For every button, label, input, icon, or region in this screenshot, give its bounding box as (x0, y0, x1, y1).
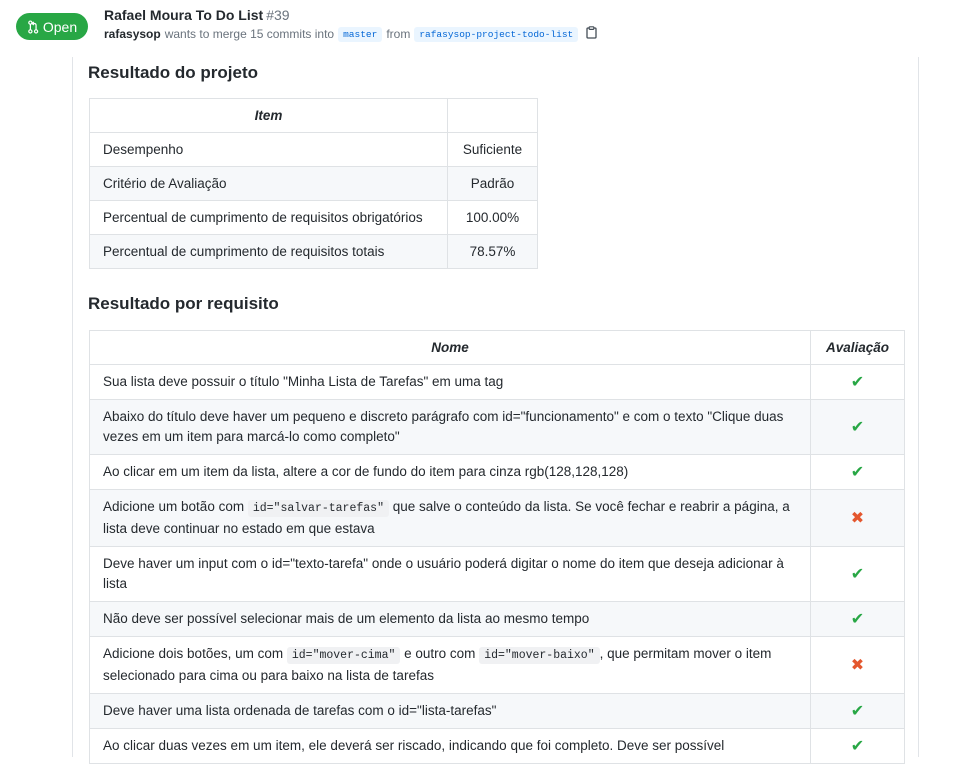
table-row: Ao clicar em um item da lista, altere a … (89, 454, 905, 490)
requirement-name: Sua lista deve possuir o título "Minha L… (89, 364, 811, 400)
clipboard-icon[interactable] (586, 26, 597, 42)
check-icon: ✔ (810, 693, 905, 729)
table-row: Desempenho Suficiente (89, 132, 538, 167)
table-row: Sua lista deve possuir o título "Minha L… (89, 364, 905, 400)
pr-merge-text: wants to merge 15 commits into (164, 27, 335, 41)
check-icon: ✔ (810, 399, 905, 455)
table-row: Critério de Avaliação Padrão (89, 166, 538, 201)
pr-header: Open Rafael Moura To Do List #39 rafasyso… (0, 0, 961, 52)
requirement-text: Ao clicar duas vezes em um item, ele dev… (103, 738, 725, 753)
base-branch[interactable]: master (338, 26, 383, 42)
pr-title-text: Rafael Moura To Do List (104, 7, 264, 23)
requirement-code: id="salvar-tarefas" (247, 500, 389, 517)
pr-meta: rafasysop wants to merge 15 commits into… (104, 26, 597, 42)
requirement-name: Ao clicar em um item da lista, altere a … (89, 454, 811, 490)
requirement-name: Deve haver um input com o id="texto-tare… (89, 546, 811, 602)
check-icon: ✔ (810, 364, 905, 400)
table-row: Abaixo do título deve haver um pequeno e… (89, 399, 905, 455)
result-value: 100.00% (447, 200, 538, 235)
requirement-text: Sua lista deve possuir o título "Minha L… (103, 374, 504, 389)
requirement-code: id="mover-baixo" (479, 647, 600, 664)
check-icon: ✔ (810, 728, 905, 764)
col-header-value (447, 98, 538, 133)
result-item: Desempenho (89, 132, 448, 167)
requirement-text: Deve haver um input com o id="texto-tare… (103, 556, 784, 591)
table-row: Percentual de cumprimento de requisitos … (89, 234, 538, 269)
project-result-table: Item Desempenho Suficiente Critério de Ava… (89, 98, 538, 269)
col-header-name: Nome (89, 330, 811, 365)
git-pull-request-icon (27, 19, 39, 34)
pr-state-badge: Open (16, 13, 88, 40)
result-item: Percentual de cumprimento de requisitos … (89, 200, 448, 235)
x-icon: ✖ (810, 636, 905, 694)
requirement-text: Adicione um botão com (103, 499, 248, 514)
requirement-text: Deve haver uma lista ordenada de tarefas… (103, 703, 497, 718)
comment-body: Resultado do projeto Item Desempenho Sufi… (72, 57, 919, 764)
table-row: Deve haver um input com o id="texto-tare… (89, 546, 905, 602)
result-item: Percentual de cumprimento de requisitos … (89, 234, 448, 269)
requirement-name: Adicione um botão com id="salvar-tarefas… (89, 489, 811, 547)
result-item: Critério de Avaliação (89, 166, 448, 201)
pr-state-label: Open (42, 18, 78, 35)
requirement-name: Ao clicar duas vezes em um item, ele dev… (89, 728, 811, 764)
col-header-item: Item (89, 98, 448, 133)
requirement-text: e outro com (400, 646, 480, 661)
table-row: Não deve ser possível selecionar mais de… (89, 601, 905, 637)
pr-number: #39 (266, 7, 290, 23)
requirement-name: Deve haver uma lista ordenada de tarefas… (89, 693, 811, 729)
result-value: 78.57% (447, 234, 538, 269)
table-row: Adicione um botão com id="salvar-tarefas… (89, 489, 905, 547)
x-icon: ✖ (810, 489, 905, 547)
table-row: Percentual de cumprimento de requisitos … (89, 200, 538, 235)
requirement-text: Ao clicar em um item da lista, altere a … (103, 464, 629, 479)
check-icon: ✔ (810, 601, 905, 637)
requirement-name: Abaixo do título deve haver um pequeno e… (89, 399, 811, 455)
pr-from-text: from (386, 27, 411, 41)
head-branch[interactable]: rafasysop-project-todo-list (414, 26, 579, 42)
requirements-table: Nome Avaliação Sua lista deve possuir o … (89, 330, 905, 764)
project-result-heading: Resultado do projeto (88, 63, 258, 82)
requirement-text: Adicione dois botões, um com (103, 646, 287, 661)
table-row: Adicione dois botões, um com id="mover-c… (89, 636, 905, 694)
table-row: Deve haver uma lista ordenada de tarefas… (89, 693, 905, 729)
requirement-name: Não deve ser possível selecionar mais de… (89, 601, 811, 637)
requirement-text: Abaixo do título deve haver um pequeno e… (103, 409, 784, 444)
check-icon: ✔ (810, 454, 905, 490)
requirement-code: id="mover-cima" (286, 647, 401, 664)
requirement-text: Não deve ser possível selecionar mais de… (103, 611, 590, 626)
pr-author[interactable]: rafasysop (104, 27, 161, 41)
table-row: Ao clicar duas vezes em um item, ele dev… (89, 728, 905, 764)
col-header-evaluation: Avaliação (810, 330, 905, 365)
pr-title: Rafael Moura To Do List #39 (104, 7, 290, 23)
check-icon: ✔ (810, 546, 905, 602)
requirements-heading: Resultado por requisito (88, 294, 279, 313)
result-value: Suficiente (447, 132, 538, 167)
result-value: Padrão (447, 166, 538, 201)
requirement-name: Adicione dois botões, um com id="mover-c… (89, 636, 811, 694)
